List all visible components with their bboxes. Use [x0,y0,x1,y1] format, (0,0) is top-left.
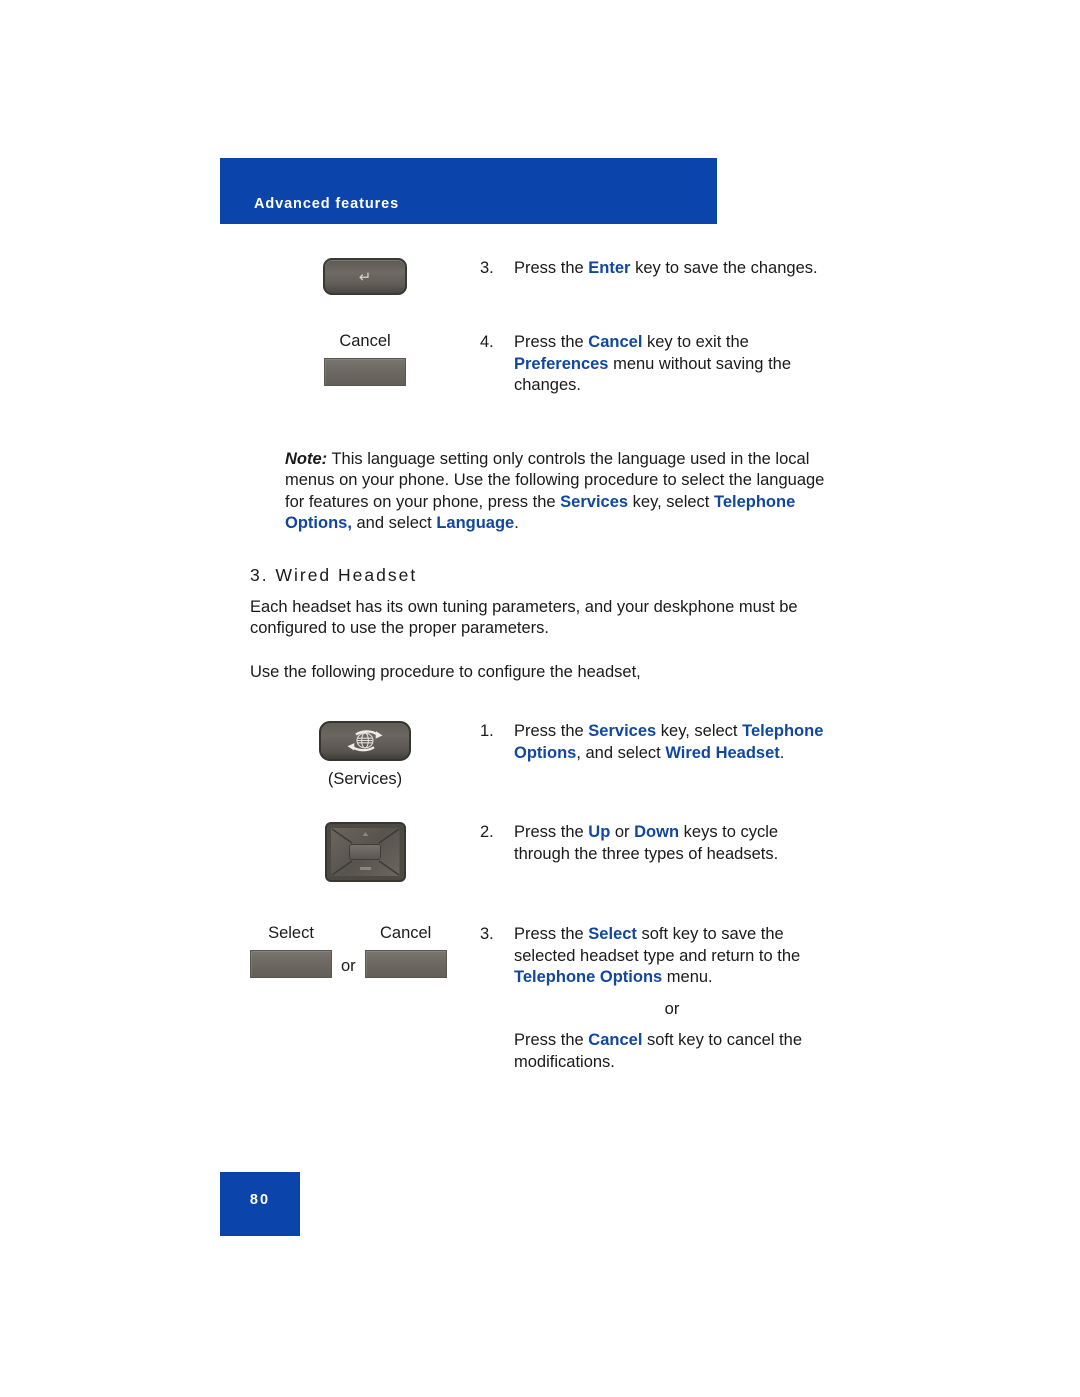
step-text-column: 3. Press the Select soft key to save the… [480,924,830,1073]
step-row-services: (Services) 1. Press the Services key, se… [0,721,1080,789]
emphasis-term: Up [588,823,611,841]
section-paragraph-2: Use the following procedure to configure… [250,662,641,681]
emphasis-term: Cancel [588,1031,643,1049]
emphasis-term: Telephone Options [514,968,663,986]
step-icon-column [250,822,480,882]
page-number: 80 [249,1192,271,1208]
step-number: 2. [480,823,494,841]
step-number: 3. [480,925,494,943]
emphasis-term: Cancel [588,333,643,351]
soft-key-or-separator: or [341,957,356,975]
enter-key-icon: ↵ [323,258,407,295]
emphasis-term: Select [588,925,637,943]
step-text: Press the Cancel key to exit the Prefere… [514,333,792,394]
enter-arrow-glyph: ↵ [358,269,372,286]
step-row-enter: ↵ 3. Press the Enter key to save the cha… [0,258,1080,295]
step-text-column: 1. Press the Services key, select Teleph… [480,721,830,764]
navigation-cluster-key-icon [324,822,406,882]
cancel-soft-key-icon [324,358,406,386]
note-label: Note: [285,449,328,468]
step-icon-column: ↵ [250,258,480,295]
step-row-cancel: Cancel 4. Press the Cancel key to exit t… [0,332,1080,397]
emphasis-term: Language [436,514,515,532]
cancel-soft-key-icon [364,950,447,978]
step-row-navigation: 2. Press the Up or Down keys to cycle th… [0,822,1080,882]
step-text-column: 3. Press the Enter key to save the chang… [480,258,830,280]
select-soft-key-icon [250,950,332,978]
section-paragraph-1: Each headset has its own tuning paramete… [250,597,798,638]
services-key-icon [319,721,411,761]
step-number: 4. [480,333,494,351]
step-icon-column: (Services) [250,721,480,789]
nav-center-button [349,844,381,860]
cancel-soft-key-label: Cancel [379,924,432,942]
cancel-soft-key-group: Cancel [364,924,447,978]
step-middle-or: or [664,999,680,1018]
step-text: Press the Select soft key to save the se… [514,925,801,986]
globe-arrows-icon [347,730,383,752]
step-number: 1. [480,722,494,740]
services-key-label: (Services) [327,770,403,788]
select-soft-key-label: Select [268,924,314,942]
note-text: This language setting only controls the … [285,449,825,533]
step-row-select-cancel: Select or Cancel 3. Press the Select sof… [0,924,1080,1073]
page-number-box: 80 [220,1172,300,1236]
emphasis-term: Enter [588,259,631,277]
step-number: 3. [480,259,494,277]
soft-key-pair: Select or Cancel [250,924,447,978]
page-header-banner: Advanced features [220,158,717,224]
step-icon-column: Select or Cancel [250,924,480,978]
emphasis-term: Wired Headset [665,743,780,762]
step-icon-column: Cancel [250,332,480,386]
select-soft-key-group: Select [250,924,332,978]
note-block: Note: This language setting only control… [285,449,830,535]
emphasis-term: Preferences [514,354,609,373]
step-text: Press the Up or Down keys to cycle throu… [514,823,779,863]
step-text: Press the Enter key to save the changes. [514,259,818,277]
emphasis-term: Down [634,823,680,841]
cancel-soft-key-label: Cancel [339,332,391,350]
emphasis-term: Services [588,722,657,740]
step-text: Press the Services key, select Telephone… [514,722,824,762]
page-header-title: Advanced features [254,196,400,212]
step-text-column: 4. Press the Cancel key to exit the Pref… [480,332,830,397]
page-content: ↵ 3. Press the Enter key to save the cha… [0,224,1080,1073]
emphasis-term: Services [560,492,629,511]
section-heading: 3. Wired Headset [250,564,418,585]
step-text-alternate: Press the Cancel soft key to cancel the … [514,1031,802,1071]
step-text-column: 2. Press the Up or Down keys to cycle th… [480,822,830,865]
emphasis-term: Telephone Options, [285,492,796,533]
